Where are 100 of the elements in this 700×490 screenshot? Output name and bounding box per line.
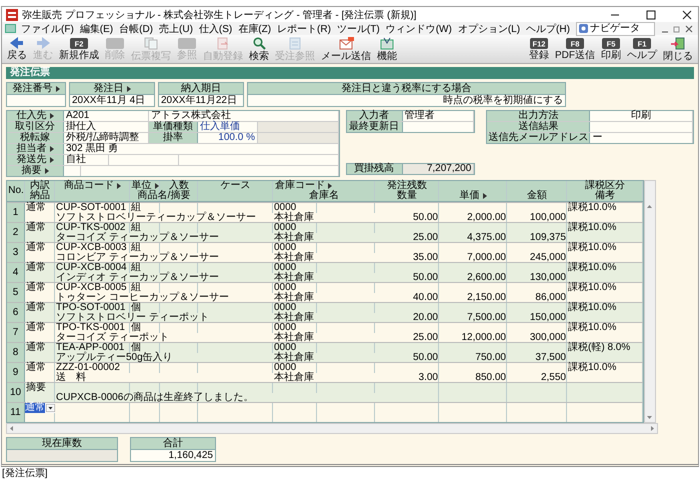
toolbar-button[interactable]: メール送信 bbox=[318, 35, 374, 63]
menu-item[interactable]: オプション(L) bbox=[454, 22, 524, 36]
maximize-icon[interactable] bbox=[646, 10, 656, 20]
field-value[interactable]: 100.0 % bbox=[198, 133, 258, 143]
menu-item[interactable]: 編集(E) bbox=[76, 22, 116, 36]
row-number: 8 bbox=[7, 343, 25, 362]
field-value: アトラス株式会社 bbox=[149, 111, 338, 121]
mail-icon bbox=[338, 36, 354, 50]
navigator-field[interactable]: ナビゲータ bbox=[576, 22, 655, 36]
field-label: 発注日と違う税率にする場合 bbox=[248, 83, 565, 95]
menu-item[interactable]: レポート(R) bbox=[274, 22, 334, 36]
menu-item[interactable]: 売上(U) bbox=[156, 22, 196, 36]
close-icon[interactable] bbox=[685, 24, 693, 32]
close-icon[interactable] bbox=[682, 10, 692, 20]
menu-item[interactable]: 仕入(S) bbox=[196, 22, 236, 36]
table-cell: ソフトストロベリー ティーポット bbox=[55, 312, 273, 322]
column-header: 商品名/摘要 bbox=[136, 191, 192, 201]
function-key-icon bbox=[106, 38, 124, 48]
menu-item[interactable]: ヘルプ(H) bbox=[523, 22, 573, 36]
table-cell: 本社倉庫 bbox=[273, 212, 375, 222]
column-header: 倉庫名 bbox=[308, 191, 340, 201]
toolbar-button[interactable]: 検索 bbox=[246, 35, 272, 63]
field-label: 入力者 bbox=[346, 111, 402, 121]
field-value[interactable]: 20XX年11月22日 bbox=[159, 95, 243, 106]
menu-item[interactable]: ファイル(F) bbox=[18, 22, 77, 36]
field-value[interactable]: 外税/払締時調整 bbox=[64, 133, 149, 143]
table-cell: 本社倉庫 bbox=[273, 372, 375, 382]
search-icon bbox=[252, 36, 266, 50]
field-value: 1,160,425 bbox=[131, 450, 215, 461]
field-value[interactable]: 自社 bbox=[64, 155, 109, 165]
arrow-icon[interactable] bbox=[50, 113, 54, 119]
table-cell-text: 通常 bbox=[25, 343, 47, 352]
table-cell-text: TPO-SOT-0001 bbox=[55, 303, 126, 312]
menu-item[interactable]: 台帳(D) bbox=[116, 22, 156, 36]
row-number: 5 bbox=[7, 283, 25, 302]
table-cell-text: 25.00 bbox=[412, 232, 439, 242]
toolbar-button[interactable]: 戻る bbox=[4, 35, 30, 63]
field-value[interactable]: 20XX年11月 4日 bbox=[70, 95, 154, 106]
field-label: 摘要 bbox=[7, 166, 64, 176]
arrow-icon[interactable] bbox=[126, 86, 130, 92]
arrow-icon[interactable] bbox=[482, 193, 486, 199]
arrow-icon[interactable] bbox=[117, 183, 121, 189]
table-cell-text: 0000 bbox=[273, 363, 296, 372]
column-header: No. bbox=[7, 184, 25, 198]
table-cell-text: 3.00 bbox=[418, 372, 439, 382]
table-cell: CUPXCB-0006の商品は生産終了しました。 bbox=[55, 392, 375, 402]
table-cell-text: 課税10.0% bbox=[567, 283, 618, 292]
table-cell-text: TPO-TKS-0001 bbox=[55, 323, 126, 332]
field-value[interactable]: A201 bbox=[64, 111, 149, 121]
table-cell-text: 750.00 bbox=[474, 352, 507, 362]
menu-item[interactable]: ウィンドウ(W) bbox=[382, 22, 455, 36]
table-cell-text: 0000 bbox=[273, 243, 296, 252]
back-arrow-icon bbox=[10, 37, 24, 49]
field-value[interactable]: 302 黒田 勇 bbox=[64, 144, 338, 154]
copy-icon bbox=[144, 36, 158, 50]
field-label: 現在庫数 bbox=[7, 438, 117, 450]
arrow-icon[interactable] bbox=[154, 183, 158, 189]
table-cell-text: 40.00 bbox=[412, 292, 439, 302]
column-header: 数量 bbox=[396, 191, 418, 201]
table-cell-text: 個 bbox=[131, 303, 142, 312]
table-cell-text: CUP-XCB-0004 bbox=[55, 263, 128, 272]
table-cell-text: 0000 bbox=[273, 263, 296, 272]
table-cell-text: 組 bbox=[130, 263, 142, 272]
table-cell-text: 個 bbox=[130, 343, 142, 352]
table-cell-text: 35.00 bbox=[412, 252, 439, 262]
memo-field[interactable] bbox=[81, 166, 338, 176]
table-cell: 本社倉庫 bbox=[273, 352, 375, 362]
arrow-icon[interactable] bbox=[328, 183, 332, 189]
dropdown[interactable]: 通常 bbox=[25, 403, 55, 412]
field-value[interactable]: 仕入単価 bbox=[198, 122, 258, 132]
blank-field[interactable] bbox=[64, 166, 81, 176]
table-cell-text: 7,500.00 bbox=[466, 312, 507, 322]
toolbar-button[interactable]: 閉じる bbox=[660, 35, 696, 63]
arrow-icon[interactable] bbox=[56, 86, 60, 92]
table-cell-text: 100,000 bbox=[528, 212, 567, 222]
table-cell-text: 0000 bbox=[273, 283, 296, 292]
caption: [発注伝票] bbox=[1, 467, 49, 481]
menu-item[interactable]: 在庫(Z) bbox=[235, 22, 274, 36]
table-cell-text: 通常 bbox=[25, 223, 47, 232]
table-cell-text: 20.00 bbox=[412, 312, 439, 322]
table-cell: 本社倉庫 bbox=[273, 332, 375, 342]
field-value[interactable]: 掛仕入 bbox=[64, 122, 149, 132]
field-label: 合計 bbox=[131, 438, 215, 450]
field-value[interactable] bbox=[7, 95, 65, 106]
field-label: 税転嫁 bbox=[7, 133, 64, 143]
column-header: 商品コード bbox=[55, 181, 130, 191]
horizontal-scrollbar[interactable] bbox=[6, 423, 658, 434]
tool-icon bbox=[380, 36, 394, 50]
table-cell-text: 課税10.0% bbox=[567, 243, 618, 252]
field-value: 印刷 bbox=[590, 111, 693, 121]
menu-item[interactable]: ツール(T) bbox=[334, 22, 383, 36]
table-cell-text: 130,000 bbox=[528, 272, 567, 282]
toolbar-button[interactable]: 機能 bbox=[374, 35, 400, 63]
table-cell-text: 組 bbox=[130, 243, 142, 252]
vertical-scrollbar[interactable] bbox=[644, 180, 656, 423]
field-value[interactable]: 時点の税率を初期値にする bbox=[248, 95, 565, 106]
restore-icon[interactable] bbox=[673, 24, 681, 32]
field-label: 送信先メールアドレス bbox=[487, 133, 590, 143]
table-cell-text: 2,600.00 bbox=[466, 272, 507, 282]
column-header: 納品 bbox=[29, 191, 51, 201]
